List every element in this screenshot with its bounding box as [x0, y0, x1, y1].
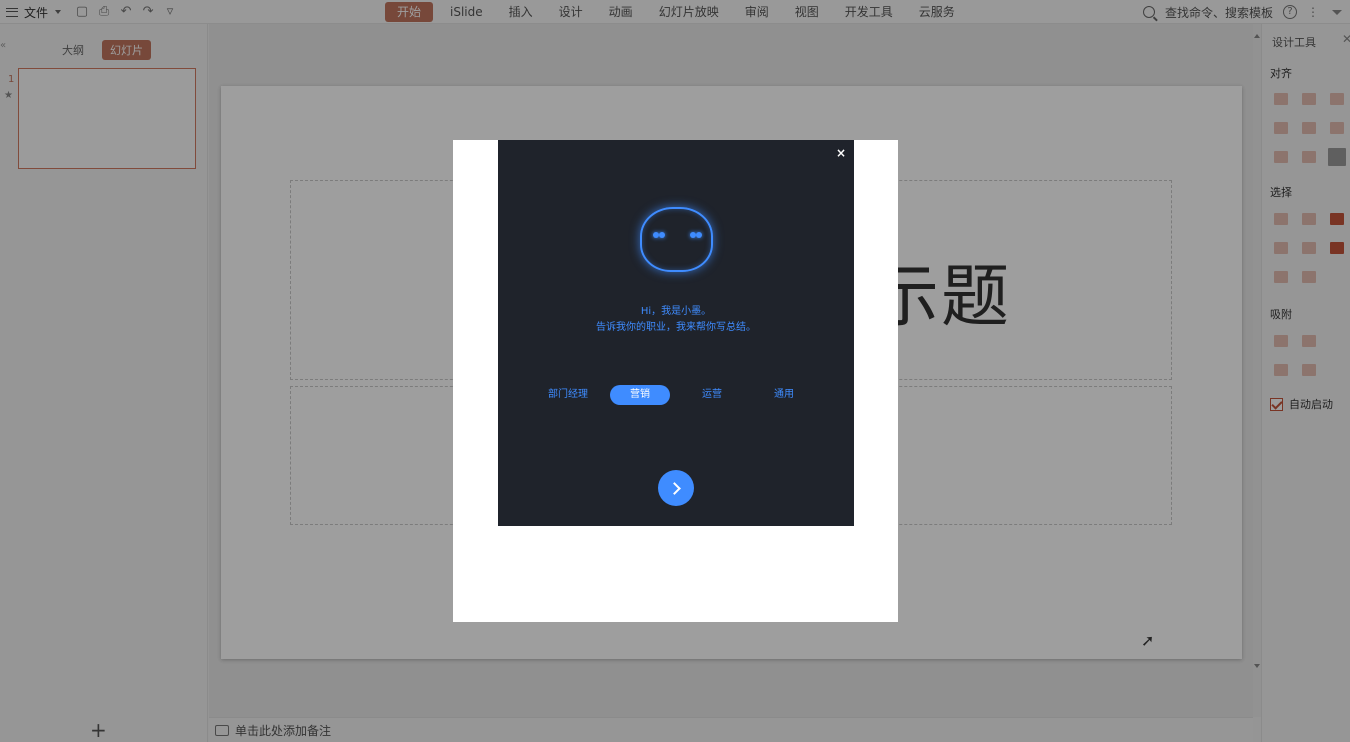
greeting-line-1: Hi，我是小墨。: [640, 306, 712, 317]
mouse-cursor-icon: ➚: [1141, 631, 1155, 650]
option-marketing[interactable]: 营销: [610, 385, 670, 405]
close-icon[interactable]: ×: [836, 146, 846, 160]
mascot-eye: [696, 232, 702, 238]
chevron-right-icon: [668, 481, 681, 495]
option-general[interactable]: 通用: [754, 385, 814, 405]
mascot-face-icon: [640, 207, 713, 272]
mascot-eye: [659, 232, 665, 238]
profession-options: 部门经理 营销 运营 通用: [538, 385, 826, 405]
assistant-dialog: × Hi，我是小墨。 告诉我你的职业，我来帮你写总结。 部门经理 营销 运营 通…: [498, 140, 854, 526]
option-operations[interactable]: 运营: [682, 385, 742, 405]
option-manager[interactable]: 部门经理: [538, 385, 598, 405]
next-button[interactable]: [658, 470, 694, 506]
greeting-line-2: 告诉我你的职业，我来帮你写总结。: [596, 322, 756, 333]
